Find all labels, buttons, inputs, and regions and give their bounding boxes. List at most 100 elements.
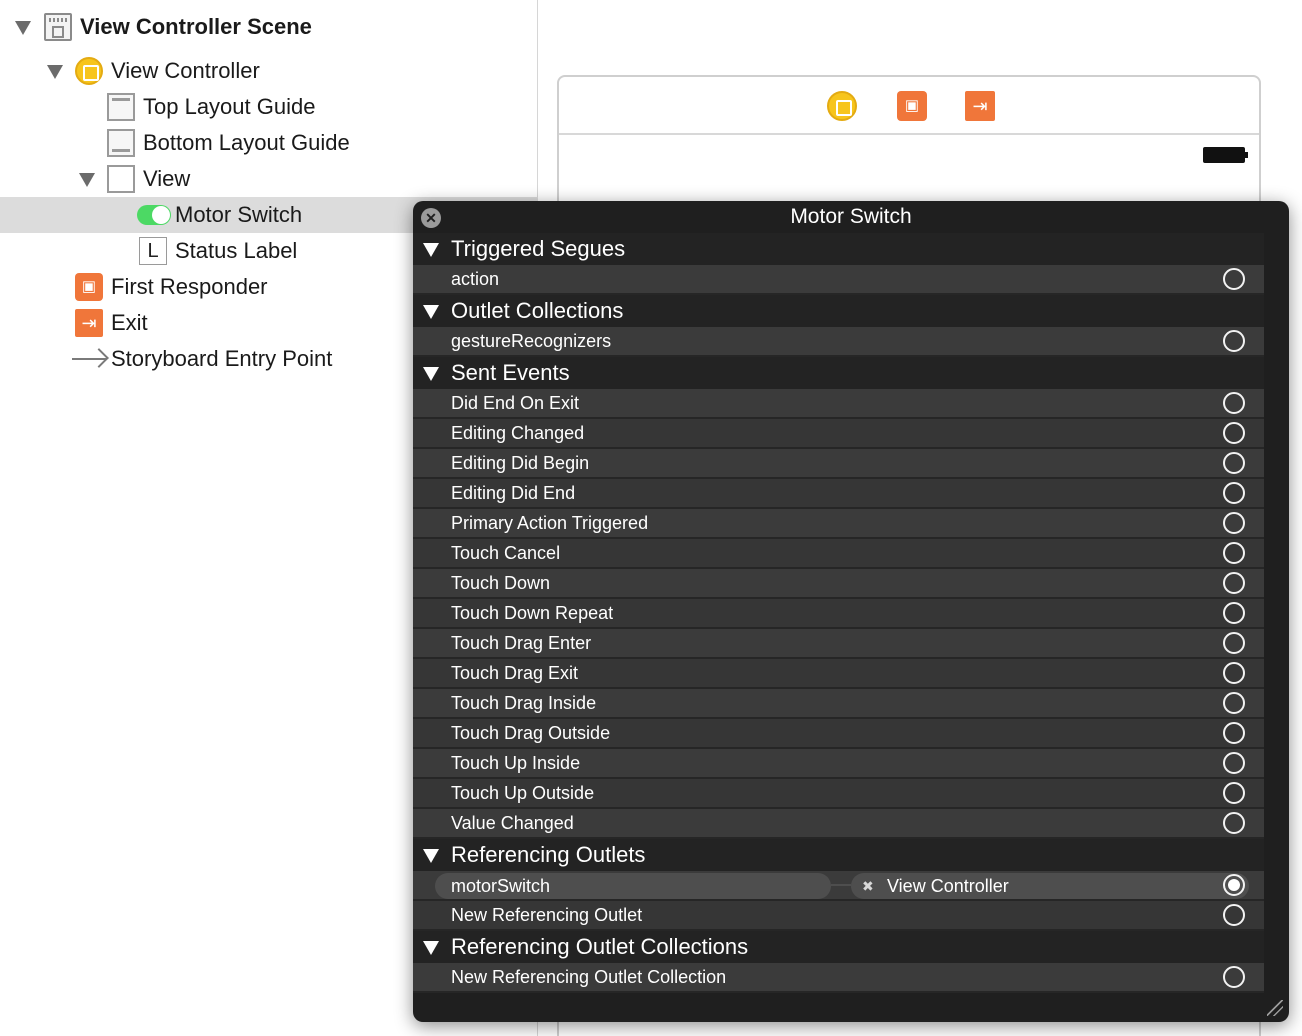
switch-icon [137,205,171,225]
battery-icon [1203,147,1248,163]
section-outlet-collections[interactable]: Outlet Collections [413,295,1264,327]
connection-circle-icon[interactable] [1223,542,1245,564]
connection-label: Touch Drag Outside [451,723,611,743]
connection-row[interactable]: gestureRecognizers [413,327,1264,357]
connection-label: Editing Changed [451,423,585,443]
connection-circle-icon[interactable] [1223,692,1245,714]
resize-grip-icon[interactable] [1267,1000,1283,1016]
section-referencing-outlets[interactable]: Referencing Outlets [413,839,1264,871]
outline-label: Exit [111,310,148,335]
connection-label: Touch Drag Enter [451,633,592,653]
connection-row[interactable]: Touch Drag Exit [413,659,1264,689]
connection-row[interactable]: action [413,265,1264,295]
connection-row[interactable]: Editing Did Begin [413,449,1264,479]
connection-label: Touch Up Outside [451,783,595,803]
outline-item-view-controller[interactable]: View Controller [0,53,538,89]
connection-label: Touch Drag Exit [451,663,579,683]
connection-row[interactable]: New Referencing Outlet [413,901,1264,931]
connection-row[interactable]: Editing Did End [413,479,1264,509]
connection-label: New Referencing Outlet Collection [451,967,727,987]
section-title: Outlet Collections [451,298,624,323]
connection-row[interactable]: Touch Up Inside [413,749,1264,779]
connection-circle-icon[interactable] [1223,330,1245,352]
section-referencing-outlet-collections[interactable]: Referencing Outlet Collections [413,931,1264,963]
scene-dock: ▣ ⇥ [559,77,1259,135]
section-sent-events[interactable]: Sent Events [413,357,1264,389]
outline-label: View [143,166,191,191]
section-title: Sent Events [451,360,570,385]
disclosure-triangle-icon[interactable] [423,243,439,257]
connection-circle-icon[interactable] [1223,632,1245,654]
connection-row[interactable]: Touch Down Repeat [413,599,1264,629]
connection-row[interactable]: Touch Cancel [413,539,1264,569]
outline-item-view[interactable]: View [0,161,538,197]
connection-circle-icon[interactable] [1223,904,1245,926]
connection-circle-icon[interactable] [1223,722,1245,744]
close-icon[interactable]: ✕ [421,208,441,228]
outline-item-top-layout-guide[interactable]: Top Layout Guide [0,89,538,125]
outline-label: Bottom Layout Guide [143,130,350,155]
view-controller-icon[interactable] [827,91,857,121]
connection-circle-icon[interactable] [1223,422,1245,444]
connection-label: Value Changed [451,813,574,833]
first-responder-icon[interactable]: ▣ [897,91,927,121]
outline-label: Top Layout Guide [143,94,316,119]
disconnect-icon[interactable]: ✖ [862,872,874,900]
connection-circle-icon[interactable] [1223,452,1245,474]
outline-label: View Controller [111,58,260,83]
connection-label: gestureRecognizers [451,331,612,351]
connection-label: Editing Did End [451,483,576,503]
connection-label: Touch Down [451,573,551,593]
connection-row[interactable]: Touch Drag Inside [413,689,1264,719]
connection-row[interactable]: Value Changed [413,809,1264,839]
connection-label: Touch Up Inside [451,753,581,773]
connection-label: Touch Down Repeat [451,603,614,623]
connection-row[interactable]: Touch Drag Enter [413,629,1264,659]
disclosure-triangle-icon[interactable] [423,849,439,863]
connections-list: Triggered Segues action Outlet Collectio… [413,233,1264,993]
disclosure-triangle-icon[interactable] [423,941,439,955]
outline-label: Storyboard Entry Point [111,346,333,371]
connection-circle-icon[interactable] [1223,572,1245,594]
connection-row[interactable]: Primary Action Triggered [413,509,1264,539]
connection-circle-icon[interactable] [1223,782,1245,804]
connection-circle-filled-icon[interactable] [1223,874,1245,896]
connection-label: Primary Action Triggered [451,513,649,533]
section-title: Triggered Segues [451,236,626,261]
outline-item-bottom-layout-guide[interactable]: Bottom Layout Guide [0,125,538,161]
scene-icon [44,13,72,41]
outlet-name: motorSwitch [451,876,551,896]
disclosure-triangle-icon[interactable] [79,173,95,187]
connection-circle-icon[interactable] [1223,662,1245,684]
disclosure-triangle-icon[interactable] [423,367,439,381]
connected-outlet-row[interactable]: motorSwitch ✖ View Controller [413,871,1264,901]
connection-row[interactable]: New Referencing Outlet Collection [413,963,1264,993]
connection-label: Did End On Exit [451,393,580,413]
popup-title: Motor Switch [790,205,912,228]
connection-circle-icon[interactable] [1223,482,1245,504]
connection-row[interactable]: Did End On Exit [413,389,1264,419]
connection-circle-icon[interactable] [1223,602,1245,624]
connection-circle-icon[interactable] [1223,512,1245,534]
disclosure-triangle-icon[interactable] [423,305,439,319]
first-responder-icon: ▣ [75,273,103,301]
connection-circle-icon[interactable] [1223,392,1245,414]
exit-icon[interactable]: ⇥ [965,91,995,121]
section-triggered-segues[interactable]: Triggered Segues [413,233,1264,265]
outline-label: Status Label [175,238,298,263]
disclosure-triangle-icon[interactable] [47,65,63,79]
connection-line [831,884,851,886]
outline-item-scene[interactable]: View Controller Scene [0,9,538,45]
connection-row[interactable]: Touch Up Outside [413,779,1264,809]
outline-label: Motor Switch [175,202,303,227]
connection-label: New Referencing Outlet [451,905,643,925]
connection-row[interactable]: Touch Down [413,569,1264,599]
connection-row[interactable]: Editing Changed [413,419,1264,449]
disclosure-triangle-icon[interactable] [15,21,31,35]
connection-circle-icon[interactable] [1223,752,1245,774]
connection-row[interactable]: Touch Drag Outside [413,719,1264,749]
view-icon [107,165,135,193]
connection-circle-icon[interactable] [1223,812,1245,834]
connection-circle-icon[interactable] [1223,268,1245,290]
connection-circle-icon[interactable] [1223,966,1245,988]
